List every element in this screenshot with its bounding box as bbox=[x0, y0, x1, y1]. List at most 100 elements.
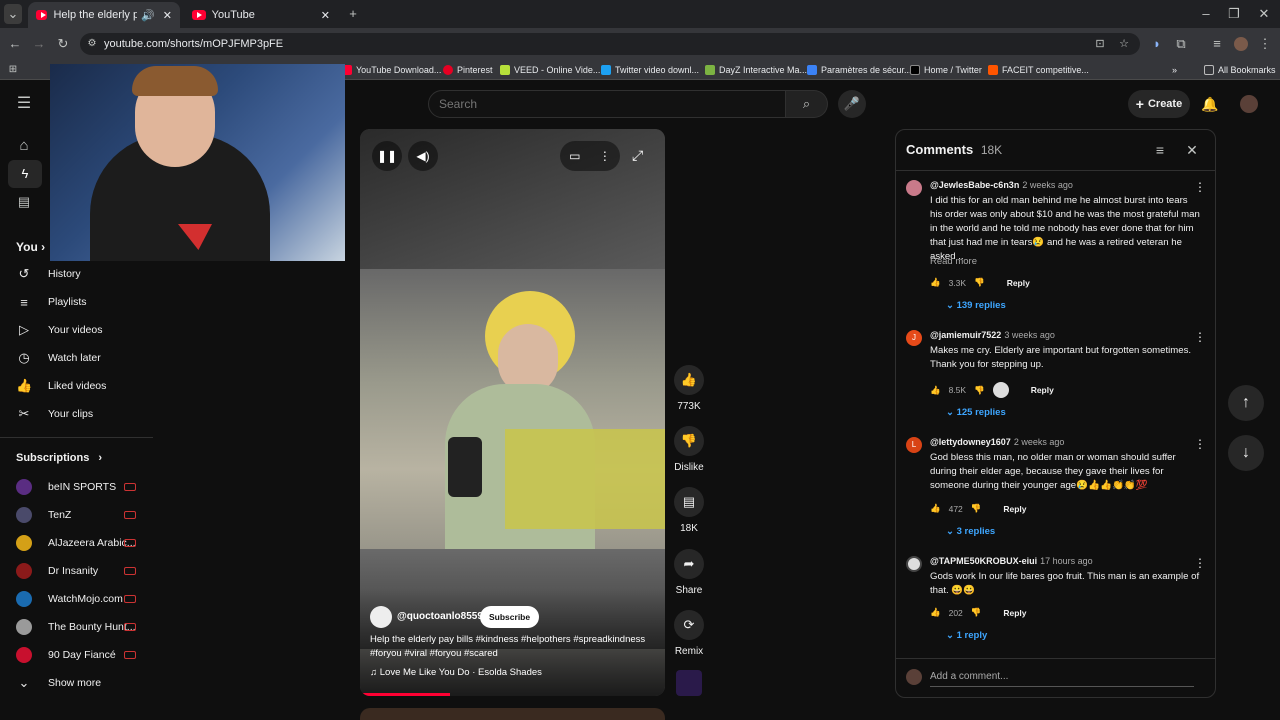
sound-thumbnail[interactable] bbox=[676, 670, 702, 696]
comment-author[interactable]: @JewlesBabe-c6n3n 2 weeks ago bbox=[930, 180, 1073, 190]
dislike-icon[interactable]: 👎 bbox=[974, 277, 985, 288]
like-icon[interactable]: 👍 bbox=[930, 277, 941, 288]
subscribe-button[interactable]: Subscribe bbox=[480, 606, 540, 628]
site-info-icon[interactable]: ⚙ bbox=[84, 34, 100, 54]
subscription-item[interactable]: 90 Day Fiancé bbox=[16, 644, 116, 666]
sidebar-item-playlists[interactable]: ≡ Playlists bbox=[16, 291, 86, 313]
like-icon[interactable]: 👍 bbox=[930, 385, 941, 396]
extensions-icon[interactable]: ⧉ bbox=[1172, 34, 1190, 54]
search-input[interactable] bbox=[428, 90, 786, 118]
speaker-icon[interactable]: 🔊 bbox=[141, 9, 155, 22]
show-more-button[interactable]: ⌄ Show more bbox=[16, 672, 102, 694]
like-icon[interactable]: 👍 bbox=[930, 607, 941, 618]
like-icon[interactable]: 👍 bbox=[674, 365, 704, 395]
address-bar[interactable]: ⚙ youtube.com/shorts/mOPJFMP3pFE ⊡ ☆ bbox=[80, 33, 1140, 55]
reload-icon[interactable]: ↻ bbox=[54, 34, 72, 54]
reply-button[interactable]: Reply bbox=[1031, 385, 1054, 395]
menu-kebab-icon[interactable]: ⋮ bbox=[1258, 34, 1272, 54]
share-action[interactable]: ➦ Share bbox=[673, 549, 705, 596]
tab-list-icon[interactable]: ⌄ bbox=[4, 4, 22, 24]
bookmark-star-icon[interactable]: ☆ bbox=[1116, 34, 1132, 54]
install-icon[interactable]: ⊡ bbox=[1092, 34, 1108, 54]
comment-menu-icon[interactable]: ⋮ bbox=[1194, 437, 1206, 451]
previous-short-button[interactable]: ↑ bbox=[1228, 385, 1264, 421]
view-replies-button[interactable]: ⌄ 3 replies bbox=[946, 526, 995, 537]
minimize-icon[interactable]: – bbox=[1196, 4, 1216, 24]
next-short-button[interactable]: ↓ bbox=[1228, 435, 1264, 471]
bookmark-item[interactable]: DayZ Interactive Ma... bbox=[705, 62, 807, 78]
bookmark-item[interactable]: FACEIT competitive... bbox=[988, 62, 1089, 78]
commenter-avatar[interactable] bbox=[906, 180, 922, 196]
notifications-bell-icon[interactable]: 🔔 bbox=[1200, 94, 1220, 114]
commenter-avatar[interactable] bbox=[906, 556, 922, 572]
channel-avatar[interactable] bbox=[370, 606, 392, 628]
comment-author[interactable]: @lettydowney1607 2 weeks ago bbox=[930, 437, 1064, 447]
subscription-item[interactable]: beIN SPORTS bbox=[16, 476, 116, 498]
comment-icon[interactable]: ▤ bbox=[674, 487, 704, 517]
close-tab-icon[interactable]: ✕ bbox=[321, 9, 330, 22]
fullscreen-icon[interactable]: ⤢ bbox=[632, 147, 643, 164]
create-button[interactable]: + Create bbox=[1128, 90, 1190, 118]
commenter-avatar[interactable]: J bbox=[906, 330, 922, 346]
comment-author[interactable]: @jamiemuir7522 3 weeks ago bbox=[930, 330, 1055, 340]
extension-icon[interactable]: ◗ bbox=[1148, 34, 1166, 54]
next-short-preview[interactable] bbox=[360, 708, 665, 720]
music-label[interactable]: ♫ Love Me Like You Do · Esolda Shades bbox=[370, 667, 542, 678]
forward-icon[interactable]: → bbox=[30, 34, 48, 54]
subscription-item[interactable]: AlJazeera Arabic... bbox=[16, 532, 136, 554]
channel-name[interactable]: @quoctoanlo8559 bbox=[397, 611, 483, 622]
more-icon[interactable]: ⋮ bbox=[599, 149, 611, 163]
all-bookmarks[interactable]: All Bookmarks bbox=[1204, 62, 1276, 78]
remix-action[interactable]: ⟳ Remix bbox=[673, 610, 705, 657]
sidebar-item-history[interactable]: ↺ History bbox=[16, 263, 81, 285]
comment-menu-icon[interactable]: ⋮ bbox=[1194, 180, 1206, 194]
subscription-item[interactable]: TenZ bbox=[16, 504, 71, 526]
share-icon[interactable]: ➦ bbox=[674, 549, 704, 579]
dislike-icon[interactable]: 👎 bbox=[971, 503, 982, 514]
dislike-icon[interactable]: 👎 bbox=[974, 385, 985, 396]
home-icon[interactable]: ⌂ bbox=[14, 136, 34, 156]
new-tab-icon[interactable]: + bbox=[344, 4, 362, 24]
comment-author[interactable]: @TAPME50KROBUX-eiui 17 hours ago bbox=[930, 556, 1093, 566]
progress-bar[interactable] bbox=[360, 693, 450, 696]
dislike-icon[interactable]: 👎 bbox=[674, 426, 704, 456]
tab-active[interactable]: Help the elderly pay bills #ki 🔊 ✕ bbox=[28, 2, 180, 28]
restore-icon[interactable]: ❐ bbox=[1224, 4, 1244, 24]
bookmark-item[interactable]: Home / Twitter bbox=[910, 62, 982, 78]
add-comment-input[interactable]: Add a comment... bbox=[930, 671, 1194, 687]
account-avatar[interactable] bbox=[1240, 95, 1258, 113]
mute-button[interactable]: ◀) bbox=[408, 141, 438, 171]
subscription-item[interactable]: WatchMojo.com bbox=[16, 588, 123, 610]
you-section-title[interactable]: You › bbox=[16, 240, 45, 254]
bookmark-item[interactable]: Paramètres de sécur... bbox=[807, 62, 912, 78]
sidebar-item-watch-later[interactable]: ◷ Watch later bbox=[16, 347, 100, 369]
bookmark-item[interactable]: Pinterest bbox=[443, 62, 493, 78]
comment-menu-icon[interactable]: ⋮ bbox=[1194, 556, 1206, 570]
subscription-item[interactable]: The Bounty Hunt... bbox=[16, 616, 136, 638]
sidebar-item-your-videos[interactable]: ▷ Your videos bbox=[16, 319, 102, 341]
reply-button[interactable]: Reply bbox=[1003, 608, 1026, 618]
close-icon[interactable]: ✕ bbox=[1182, 140, 1202, 160]
captions-icon[interactable]: ▭ bbox=[569, 149, 580, 163]
profile-avatar[interactable] bbox=[1234, 37, 1248, 51]
back-icon[interactable]: ← bbox=[6, 34, 24, 54]
view-replies-button[interactable]: ⌄ 125 replies bbox=[946, 407, 1006, 418]
media-icon[interactable]: ≡ bbox=[1208, 34, 1226, 54]
bookmark-item[interactable]: Twitter video downl... bbox=[601, 62, 699, 78]
pause-button[interactable]: ❚❚ bbox=[372, 141, 402, 171]
subscriptions-title[interactable]: Subscriptions › bbox=[16, 452, 102, 464]
tab-youtube[interactable]: YouTube ✕ bbox=[184, 2, 338, 28]
subscriptions-icon[interactable]: ▤ bbox=[14, 192, 34, 212]
close-window-icon[interactable]: ✕ bbox=[1254, 4, 1274, 24]
like-icon[interactable]: 👍 bbox=[930, 503, 941, 514]
sidebar-item-liked-videos[interactable]: 👍 Liked videos bbox=[16, 375, 106, 397]
dislike-icon[interactable]: 👎 bbox=[971, 607, 982, 618]
sidebar-item-your-clips[interactable]: ✂ Your clips bbox=[16, 403, 94, 425]
comment-menu-icon[interactable]: ⋮ bbox=[1194, 330, 1206, 344]
sort-icon[interactable]: ≡ bbox=[1150, 140, 1170, 160]
apps-grid-icon[interactable]: ⊞ bbox=[6, 60, 20, 80]
close-tab-icon[interactable]: ✕ bbox=[163, 9, 172, 22]
remix-icon[interactable]: ⟳ bbox=[674, 610, 704, 640]
like-action[interactable]: 👍 773K bbox=[673, 365, 705, 412]
subscription-item[interactable]: Dr Insanity bbox=[16, 560, 98, 582]
